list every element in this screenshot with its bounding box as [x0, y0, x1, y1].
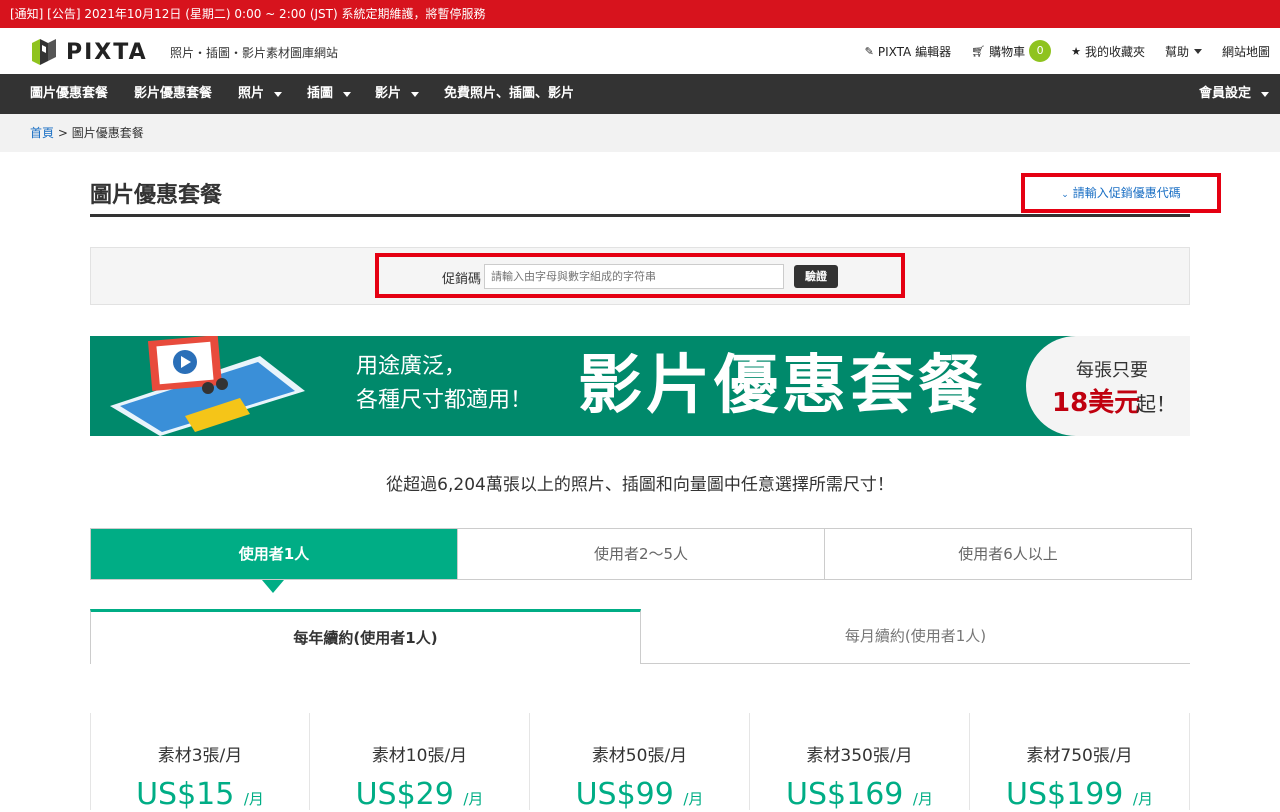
plan-name: 素材750張/月: [1026, 746, 1133, 766]
editor-link[interactable]: ✎ PIXTA 編輯器: [865, 38, 951, 64]
cart-link[interactable]: 🛒︎ 購物車 0: [971, 38, 1052, 64]
main-nav: 圖片優惠套餐 影片優惠套餐 照片 插圖 影片 免費照片、插圖、影片 會員設定: [0, 74, 1280, 114]
banner-price-label: 每張只要: [1076, 360, 1148, 381]
edit-icon: ✎: [864, 44, 874, 58]
title-divider: [90, 214, 1190, 217]
promo-code-input[interactable]: [484, 264, 784, 289]
plan-list: 素材3張/月 US$15 /月 素材10張/月 US$29 /月 素材50張/月…: [90, 713, 1190, 812]
active-tab-pointer: [262, 580, 284, 593]
plan-card[interactable]: 素材3張/月 US$15 /月: [90, 713, 310, 812]
chevron-down-icon: [411, 91, 420, 97]
nav-item-photos[interactable]: 照片: [238, 74, 283, 114]
banner-price-suffix: 起！: [1136, 392, 1176, 416]
logo-text: PIXTA: [66, 39, 148, 65]
chevron-down-icon: [1261, 91, 1270, 97]
nav-item-video-plans[interactable]: 影片優惠套餐: [134, 74, 212, 114]
chevron-down-icon: [1193, 48, 1202, 54]
maintenance-notice: [通知] [公告] 2021年10月12日 (星期二) 0:00 ~ 2:00 …: [0, 0, 1280, 28]
banner-price-value: 18美元: [1052, 388, 1141, 418]
plan-card[interactable]: 素材350張/月 US$169 /月: [750, 713, 970, 812]
plan-card[interactable]: 素材50張/月 US$99 /月: [530, 713, 750, 812]
favorites-link[interactable]: ★ 我的收藏夾: [1071, 38, 1145, 64]
nav-item-free[interactable]: 免費照片、插圖、影片: [444, 74, 574, 114]
cart-count-badge: 0: [1029, 40, 1052, 62]
help-menu[interactable]: 幫助: [1165, 38, 1202, 64]
nav-item-image-plans[interactable]: 圖片優惠套餐: [30, 74, 108, 114]
breadcrumb-current: 圖片優惠套餐: [71, 126, 144, 140]
banner-illustration: [110, 336, 305, 436]
banner-headline: 影片優惠套餐: [578, 349, 986, 423]
tab-6-plus-users[interactable]: 使用者6人以上: [825, 529, 1191, 579]
tab-annual-renewal[interactable]: 每年續約(使用者1人): [90, 609, 641, 664]
nav-item-videos[interactable]: 影片: [375, 74, 420, 114]
tab-single-user[interactable]: 使用者1人: [91, 529, 458, 579]
plan-name: 素材350張/月: [806, 746, 913, 766]
breadcrumb-separator: >: [57, 126, 68, 140]
nav-item-account-settings[interactable]: 會員設定: [1199, 74, 1270, 114]
plan-card[interactable]: 素材750張/月 US$199 /月: [970, 713, 1190, 812]
chevron-down-icon: [274, 91, 283, 97]
video-plan-banner[interactable]: 用途廣泛， 各種尺寸都適用！ 影片優惠套餐 每張只要 18美元 起！: [90, 336, 1190, 436]
banner-subtitle: 用途廣泛， 各種尺寸都適用！: [356, 354, 533, 413]
plan-price: US$199 /月: [1006, 777, 1153, 812]
chevron-down-icon: ⌄: [1061, 190, 1069, 200]
sitemap-link[interactable]: 網站地圖: [1222, 38, 1270, 64]
plan-price: US$15 /月: [136, 777, 264, 812]
nav-item-illustrations[interactable]: 插圖: [307, 74, 352, 114]
promo-code-toggle[interactable]: ⌄ 請輸入促銷優惠代碼: [1021, 173, 1221, 213]
chevron-down-icon: [343, 91, 352, 97]
pixta-logo[interactable]: PIXTA: [30, 39, 148, 65]
cart-icon: 🛒︎: [971, 44, 986, 58]
tab-monthly-renewal[interactable]: 每月續約(使用者1人): [641, 609, 1190, 664]
page-title: 圖片優惠套餐: [90, 183, 223, 208]
lead-text: 從超過6,204萬張以上的照片、插圖和向量圖中任意選擇所需尺寸！: [386, 475, 894, 495]
plan-card[interactable]: 素材10張/月 US$29 /月: [310, 713, 530, 812]
user-count-tabs: 使用者1人 使用者2～5人 使用者6人以上: [90, 528, 1192, 580]
billing-tabs: 每年續約(使用者1人) 每月續約(使用者1人): [90, 609, 1190, 664]
plan-name: 素材50張/月: [591, 746, 688, 766]
site-tagline: 照片・插圖・影片素材圖庫網站: [170, 46, 339, 60]
pixta-logo-icon: [32, 39, 56, 65]
verify-button[interactable]: 驗證: [794, 265, 838, 288]
breadcrumb-home[interactable]: 首頁: [30, 126, 54, 140]
plan-price: US$99 /月: [575, 777, 704, 812]
star-icon: ★: [1071, 44, 1081, 58]
tab-2-5-users[interactable]: 使用者2～5人: [458, 529, 825, 579]
promo-code-label: 促銷碼: [442, 272, 482, 287]
breadcrumb: 首頁 > 圖片優惠套餐: [0, 114, 1280, 152]
site-header: PIXTA 照片・插圖・影片素材圖庫網站 ✎ PIXTA 編輯器 🛒︎ 購物車 0 ★…: [0, 28, 1280, 74]
plan-price: US$29 /月: [355, 777, 484, 812]
plan-name: 素材10張/月: [371, 746, 468, 766]
plan-price: US$169 /月: [786, 777, 933, 812]
plan-name: 素材3張/月: [157, 746, 243, 766]
